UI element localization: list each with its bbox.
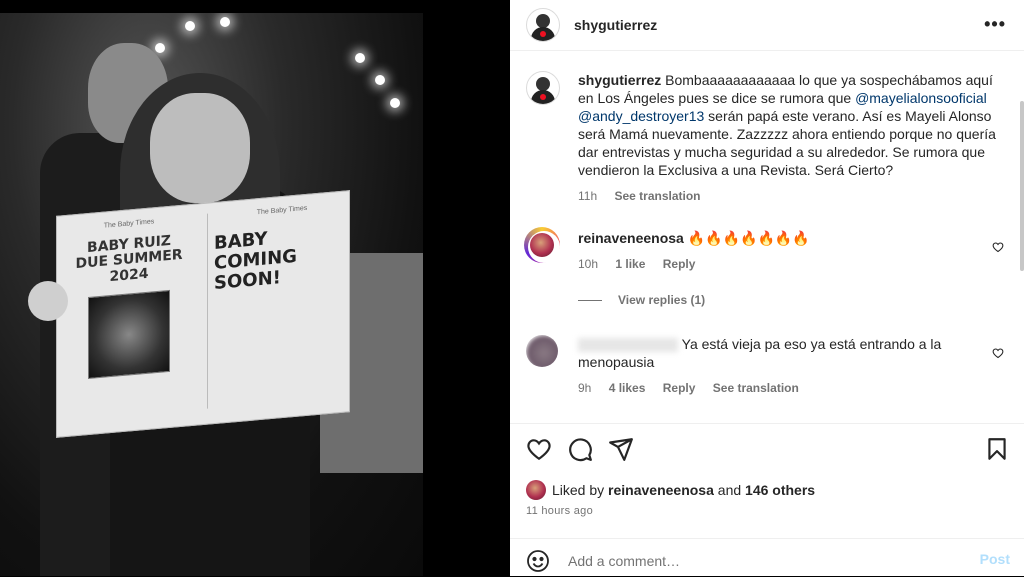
commenter-avatar[interactable] <box>526 335 558 367</box>
more-options-icon[interactable]: ••• <box>984 14 1006 35</box>
see-translation-button[interactable]: See translation <box>713 381 799 395</box>
newspaper: The Baby Times BABY RUIZ DUE SUMMER 2024… <box>56 190 350 438</box>
post-timestamp[interactable]: 11 hours ago <box>526 505 593 517</box>
author-username[interactable]: shygutierrez <box>574 17 657 33</box>
post-media[interactable]: The Baby Times BABY RUIZ DUE SUMMER 2024… <box>0 0 510 576</box>
post-header: shygutierrez ••• <box>510 0 1024 51</box>
comment-text: 🔥🔥🔥🔥🔥🔥🔥 <box>687 230 810 246</box>
add-comment-bar: Post <box>510 538 1024 577</box>
liker-username[interactable]: reinaveneenosa <box>608 482 714 498</box>
like-heart-icon[interactable] <box>526 436 552 462</box>
commenter-avatar[interactable] <box>524 227 560 263</box>
see-translation-button[interactable]: See translation <box>614 189 700 203</box>
newspaper-headline-right: BABY COMING SOON! <box>214 228 297 294</box>
comment-bubble-icon[interactable] <box>567 436 593 462</box>
likes-and: and <box>717 482 742 498</box>
newspaper-headline-left: BABY RUIZ DUE SUMMER 2024 <box>75 232 183 285</box>
view-replies-button[interactable]: View replies (1) <box>618 291 705 309</box>
add-comment-input[interactable] <box>566 549 950 573</box>
mention-link-1[interactable]: @mayelialonsooficial <box>855 90 987 106</box>
caption-username[interactable]: shygutierrez <box>578 72 661 88</box>
likes-others-button[interactable]: 146 others <box>745 482 815 498</box>
comment-like-heart-icon[interactable] <box>992 241 1004 253</box>
caption-time: 11h <box>578 189 598 203</box>
comment-like-heart-icon[interactable] <box>992 347 1004 359</box>
reply-button[interactable]: Reply <box>663 381 696 395</box>
ultrasound-image <box>88 290 170 380</box>
author-avatar[interactable] <box>526 8 560 42</box>
post-comment-button[interactable]: Post <box>980 551 1010 567</box>
newspaper-masthead-right: The Baby Times <box>256 204 308 217</box>
liker-avatar[interactable] <box>526 480 546 500</box>
comment-time: 9h <box>578 381 592 395</box>
share-send-icon[interactable] <box>608 436 634 462</box>
bookmark-icon[interactable] <box>984 436 1010 462</box>
caption-avatar[interactable] <box>526 71 560 105</box>
comment-username[interactable]: reinaveneenosa <box>578 230 684 246</box>
comment-time: 10h <box>578 257 599 271</box>
newspaper-masthead-left: The Baby Times <box>103 218 155 230</box>
emoji-icon[interactable] <box>526 549 550 573</box>
comment-username-blurred[interactable] <box>578 338 678 353</box>
comment-likes[interactable]: 4 likes <box>609 381 646 395</box>
comment-likes[interactable]: 1 like <box>615 257 645 271</box>
likes-prefix: Liked by <box>552 482 605 498</box>
post-actions <box>510 423 1024 478</box>
likes-summary: Liked by reinaveneenosa and 146 others <box>526 480 815 500</box>
comments-scroller[interactable]: shygutierrez Bombaaaaaaaaaaaa lo que ya … <box>510 51 1024 423</box>
scrollbar[interactable] <box>1020 51 1024 423</box>
post-photo: The Baby Times BABY RUIZ DUE SUMMER 2024… <box>0 13 423 576</box>
reply-button[interactable]: Reply <box>663 257 696 271</box>
mention-link-2[interactable]: @andy_destroyer13 <box>578 108 704 124</box>
post-side-panel: shygutierrez ••• shygutierrez Bombaaaaaa… <box>510 0 1024 576</box>
